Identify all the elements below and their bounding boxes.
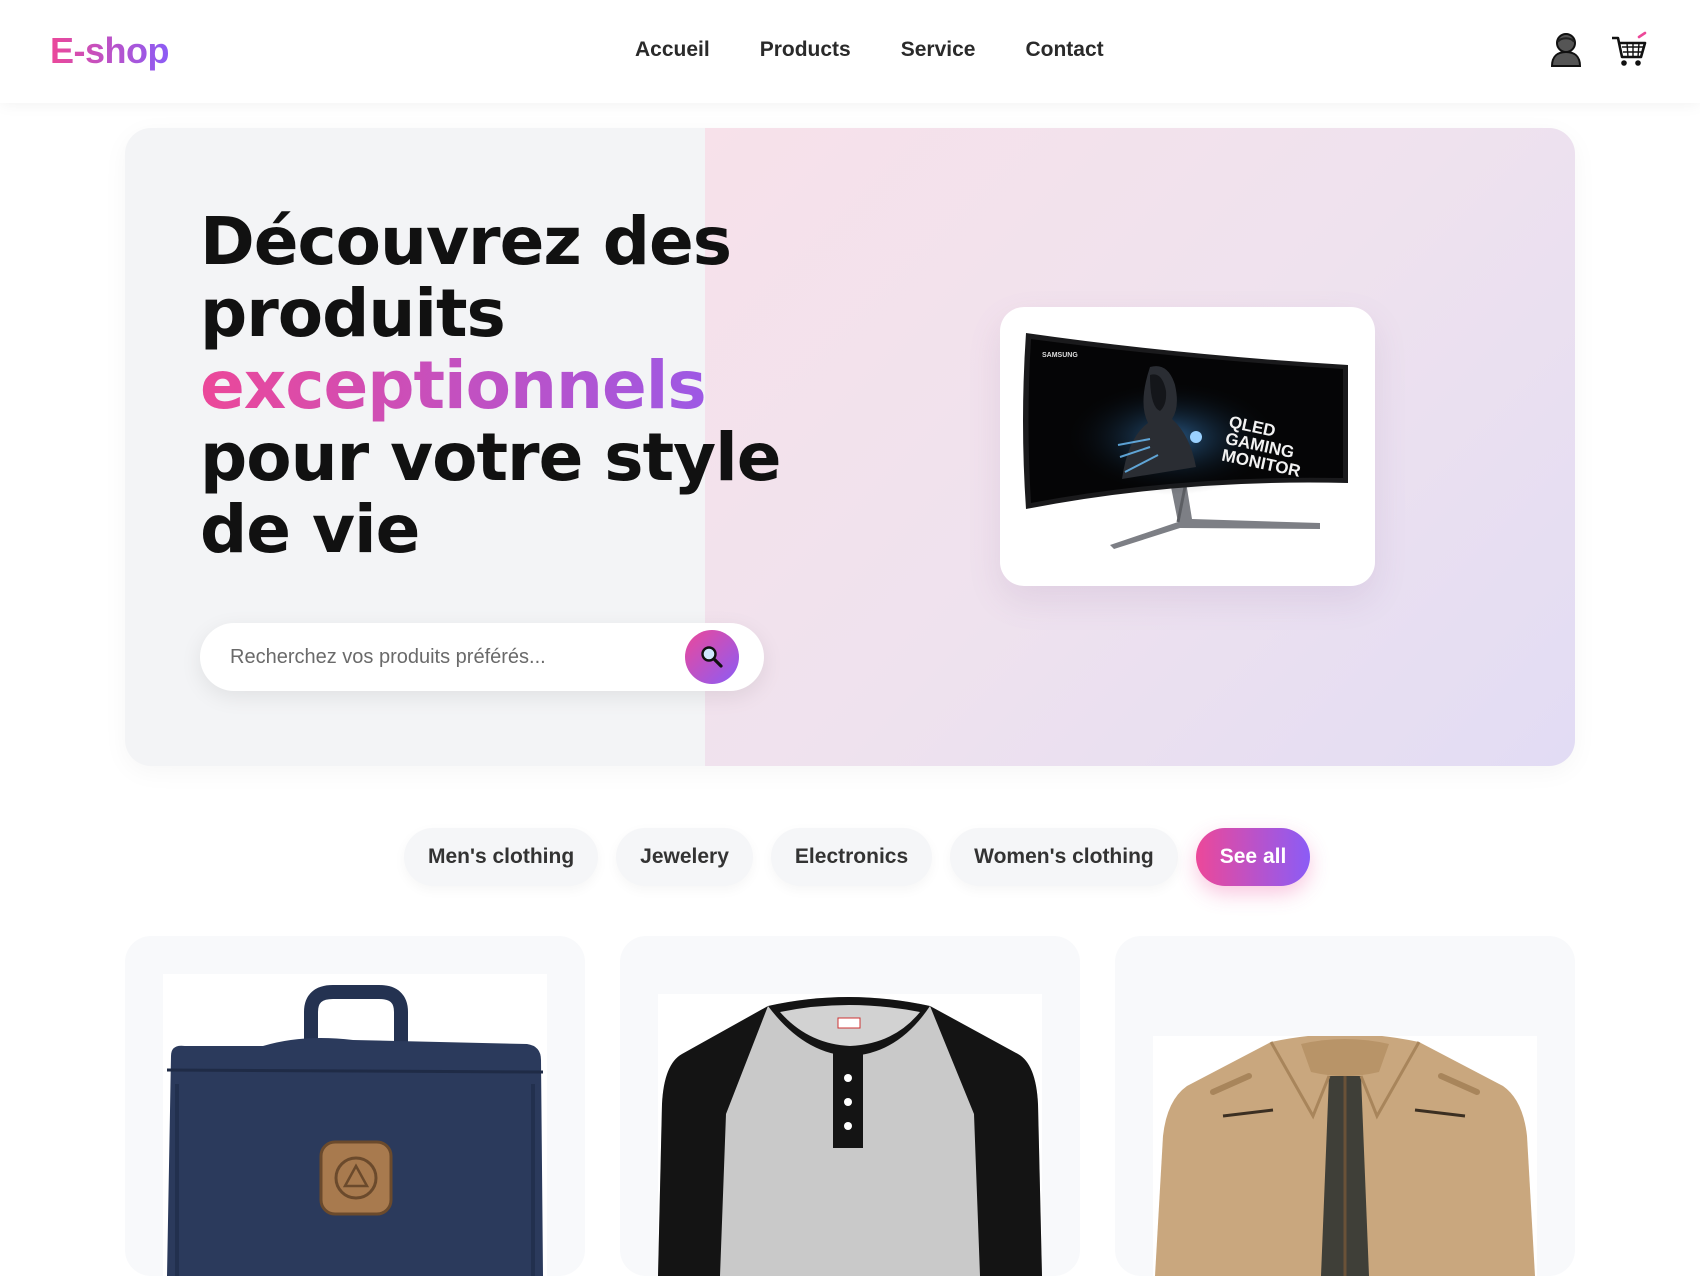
category-womens-clothing[interactable]: Women's clothing [950,828,1178,886]
product-card[interactable] [1115,936,1575,1276]
hero-title-line: Découvrez des [200,203,732,280]
search-button[interactable] [685,630,739,684]
hero-title-line: produits [200,275,506,352]
category-mens-clothing[interactable]: Men's clothing [404,828,599,886]
nav-products[interactable]: Products [760,38,851,62]
category-jewelery[interactable]: Jewelery [616,828,753,886]
search-bar [200,623,764,691]
hero-title-highlight: exceptionnels [200,350,820,422]
search-icon [701,646,723,668]
cart-icon[interactable] [1609,30,1649,70]
hero-title-line: de vie [200,491,420,568]
product-card[interactable] [620,936,1080,1276]
monitor-image: SAMSUNG QLED GAMING MONITOR [1023,333,1348,549]
main-nav: Accueil Products Service Contact [635,38,1104,62]
search-input[interactable] [230,623,670,691]
featured-product-card[interactable]: SAMSUNG QLED GAMING MONITOR [1000,307,1375,586]
product-image-jacket [1153,1036,1537,1276]
hero-title-line: pour votre style [200,419,782,496]
hero-title: Découvrez des produits exceptionnels pou… [200,206,820,566]
site-header: E-shop Accueil Products Service Contact [0,0,1700,103]
product-card[interactable] [125,936,585,1276]
monitor-brand-text: SAMSUNG [1042,352,1078,359]
category-electronics[interactable]: Electronics [770,828,933,886]
nav-service[interactable]: Service [901,38,976,62]
see-all-button[interactable]: See all [1195,828,1311,886]
category-filter: Men's clothing Jewelery Electronics Wome… [404,828,1311,886]
logo[interactable]: E-shop [50,30,170,72]
product-image-henley-shirt [658,994,1042,1276]
nav-accueil[interactable]: Accueil [635,38,710,62]
user-icon[interactable] [1546,30,1586,70]
product-image-backpack [163,974,547,1276]
nav-contact[interactable]: Contact [1025,38,1103,62]
hero-banner: Découvrez des produits exceptionnels pou… [125,128,1575,766]
